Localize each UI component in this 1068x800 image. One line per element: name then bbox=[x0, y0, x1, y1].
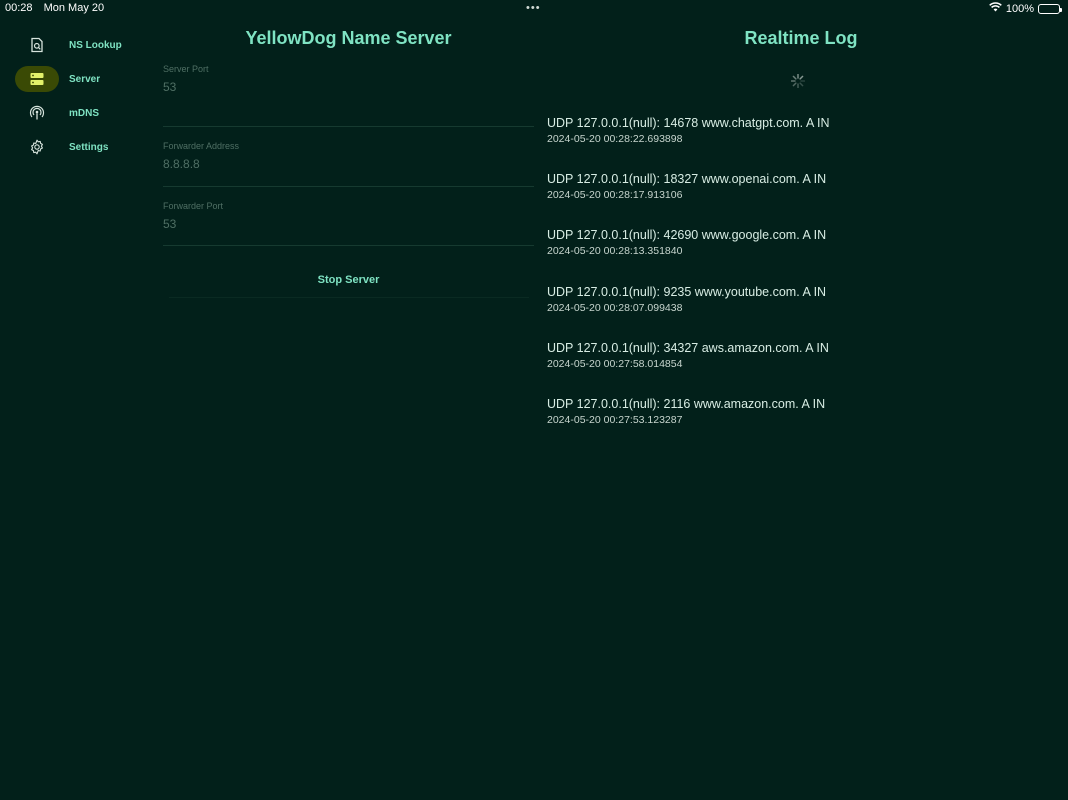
status-right: 100% bbox=[989, 2, 1062, 15]
log-entry: UDP 127.0.0.1(null): 34327 aws.amazon.co… bbox=[547, 340, 1055, 396]
sidebar-item-label: Settings bbox=[69, 141, 109, 153]
status-date: Mon May 20 bbox=[43, 2, 105, 14]
log-entry-text: UDP 127.0.0.1(null): 2116 www.amazon.com… bbox=[547, 396, 826, 411]
log-entry: UDP 127.0.0.1(null): 42690 www.google.co… bbox=[547, 227, 1055, 283]
sidebar-item-mdns[interactable]: mDNS bbox=[0, 96, 150, 130]
stop-server-button[interactable]: Stop Server bbox=[168, 262, 529, 298]
status-time: 00:28 bbox=[5, 2, 33, 14]
server-port-label: Server Port bbox=[163, 64, 209, 74]
doc-search-icon bbox=[15, 32, 59, 58]
gear-icon bbox=[15, 134, 59, 160]
sidebar: NS Lookup Server mDNS Settings bbox=[0, 28, 150, 164]
log-entry-text: UDP 127.0.0.1(null): 34327 aws.amazon.co… bbox=[547, 340, 829, 355]
log-entry: UDP 127.0.0.1(null): 2116 www.amazon.com… bbox=[547, 396, 1055, 452]
forwarder-address-field: Forwarder Address bbox=[163, 127, 534, 187]
sidebar-item-label: Server bbox=[69, 73, 101, 85]
broadcast-icon bbox=[15, 100, 59, 126]
server-panel: YellowDog Name Server Server Port Forwar… bbox=[163, 26, 534, 298]
log-entry-text: UDP 127.0.0.1(null): 18327 www.openai.co… bbox=[547, 172, 827, 187]
forwarder-port-field: Forwarder Port bbox=[163, 187, 534, 246]
log-entry-text: UDP 127.0.0.1(null): 9235 www.youtube.co… bbox=[547, 284, 827, 299]
forwarder-port-label: Forwarder Port bbox=[163, 200, 224, 211]
server-icon bbox=[15, 66, 59, 92]
wifi-icon bbox=[989, 2, 1002, 15]
forwarder-port-input[interactable] bbox=[163, 216, 534, 231]
log-entry: UDP 127.0.0.1(null): 9235 www.youtube.co… bbox=[547, 284, 1055, 340]
log-entry-timestamp: 2024-05-20 00:28:22.693898 bbox=[547, 133, 683, 145]
status-left: 00:28 Mon May 20 bbox=[5, 2, 104, 14]
sidebar-item-settings[interactable]: Settings bbox=[0, 130, 150, 164]
log-entry-timestamp: 2024-05-20 00:27:53.123287 bbox=[547, 413, 683, 426]
log-title: Realtime Log bbox=[744, 28, 858, 48]
sidebar-item-label: NS Lookup bbox=[69, 39, 122, 51]
log-entry: UDP 127.0.0.1(null): 14678 www.chatgpt.c… bbox=[547, 115, 1055, 171]
forwarder-address-input[interactable] bbox=[163, 157, 534, 171]
forwarder-address-label: Forwarder Address bbox=[163, 141, 240, 151]
status-bar: 00:28 Mon May 20 ••• 100% bbox=[0, 0, 1068, 16]
log-entry-timestamp: 2024-05-20 00:27:58.014854 bbox=[547, 357, 683, 370]
log-list: UDP 127.0.0.1(null): 14678 www.chatgpt.c… bbox=[547, 115, 1055, 452]
log-entry-timestamp: 2024-05-20 00:28:13.351840 bbox=[547, 245, 683, 258]
log-entry-text: UDP 127.0.0.1(null): 14678 www.chatgpt.c… bbox=[547, 116, 830, 130]
loading-spinner-icon bbox=[790, 73, 806, 89]
sidebar-item-label: mDNS bbox=[69, 107, 100, 119]
battery-percent: 100% bbox=[1005, 2, 1034, 15]
server-fields: Server Port Forwarder Address Forwarder … bbox=[163, 64, 534, 246]
server-port-field: Server Port bbox=[163, 64, 534, 127]
page-title: YellowDog Name Server bbox=[245, 28, 452, 48]
log-entry-timestamp: 2024-05-20 00:28:17.913106 bbox=[547, 189, 683, 202]
battery-icon bbox=[1038, 3, 1062, 14]
server-port-input[interactable] bbox=[163, 80, 534, 94]
log-entry-timestamp: 2024-05-20 00:28:07.099438 bbox=[547, 301, 683, 314]
sidebar-item-server[interactable]: Server bbox=[0, 62, 150, 96]
multitask-menu-icon[interactable]: ••• bbox=[526, 2, 541, 14]
sidebar-item-ns-lookup[interactable]: NS Lookup bbox=[0, 28, 150, 62]
log-entry-text: UDP 127.0.0.1(null): 42690 www.google.co… bbox=[547, 228, 827, 243]
log-entry: UDP 127.0.0.1(null): 18327 www.openai.co… bbox=[547, 171, 1055, 227]
